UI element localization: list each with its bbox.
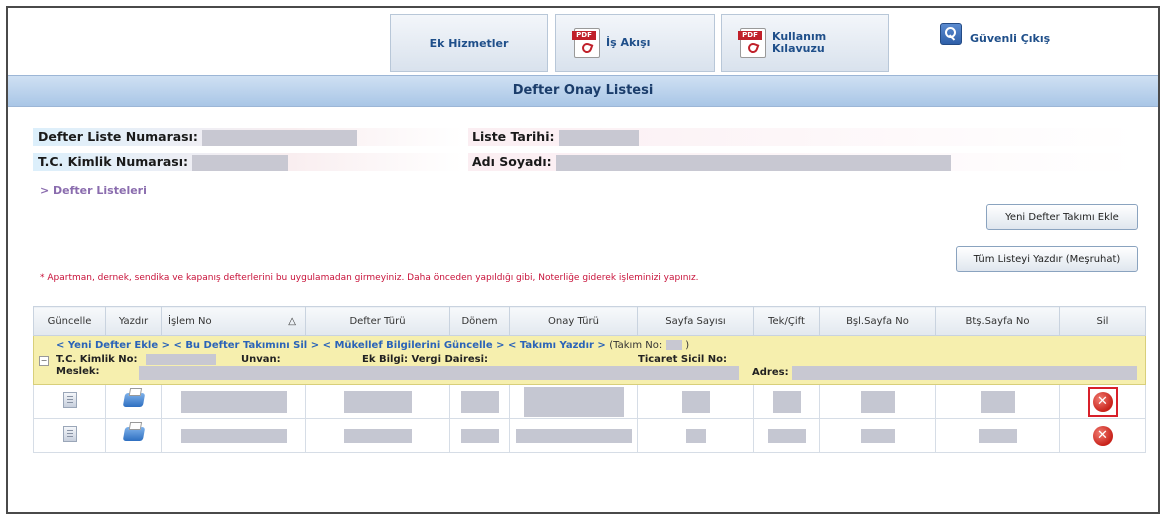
takim-sil-link[interactable]: < Bu Defter Takımını Sil >	[173, 340, 319, 351]
yeni-defter-ekle-link[interactable]: < Yeni Defter Ekle >	[56, 340, 170, 351]
redacted-value	[460, 428, 499, 443]
page-frame: Ek Hizmetler İş Akışı Kullanım Kılavuzu …	[6, 6, 1160, 514]
col-sayfa-sayisi: Sayfa Sayısı	[637, 306, 754, 336]
col-donem: Dönem	[449, 306, 510, 336]
table-row: ✕	[33, 418, 1146, 453]
col-defter-turu: Defter Türü	[305, 306, 450, 336]
redacted-value	[460, 390, 499, 413]
col-bts-sayfa-no: Btş.Sayfa No	[935, 306, 1060, 336]
redacted-value	[192, 154, 289, 171]
col-islem-no[interactable]: İşlem No △	[161, 306, 306, 336]
defter-table: Güncelle Yazdır İşlem No △ Defter Türü D…	[33, 306, 1146, 453]
redacted-value	[139, 366, 739, 380]
redacted-value	[180, 390, 287, 413]
redacted-value	[558, 129, 639, 146]
adres-label: Adres:	[752, 367, 789, 378]
takim-no-label: (Takım No:	[609, 340, 663, 351]
meslek-label: Meslek:	[56, 366, 100, 377]
tc-kimlik-no-label: T.C. Kimlik No:	[56, 354, 138, 365]
printer-icon[interactable]	[122, 427, 145, 441]
redacted-value	[860, 428, 895, 443]
redacted-value	[556, 154, 952, 171]
redacted-value	[515, 428, 632, 443]
printer-icon[interactable]	[122, 393, 145, 407]
redacted-value	[772, 390, 801, 413]
tc-kimlik-label: T.C. Kimlik Numarası:	[38, 154, 189, 169]
ek-hizmetler-label: Ek Hizmetler	[429, 36, 509, 50]
redacted-value	[343, 428, 412, 443]
sort-arrow-icon[interactable]: △	[288, 316, 296, 327]
unvan-label: Unvan:	[241, 354, 281, 365]
redacted-value	[685, 428, 706, 443]
redacted-value	[343, 390, 412, 413]
redacted-value	[202, 129, 358, 146]
edit-icon[interactable]	[62, 392, 77, 408]
redacted-value	[180, 428, 287, 443]
guvenli-cikis-link[interactable]: Güvenli Çıkış	[940, 22, 1050, 45]
col-sil: Sil	[1059, 306, 1146, 336]
is-akisi-label: İş Akışı	[606, 36, 651, 49]
pdf-icon	[572, 28, 600, 58]
table-row: ✕	[33, 384, 1146, 419]
guvenli-cikis-label: Güvenli Çıkış	[970, 32, 1051, 45]
redacted-value	[146, 354, 216, 365]
key-icon	[940, 22, 962, 45]
ek-bilgi-label: Ek Bilgi: Vergi Dairesi:	[362, 354, 489, 365]
kullanim-kilavuzu-button[interactable]: Kullanım Kılavuzu	[721, 14, 889, 72]
warning-text: * Apartman, dernek, sendika ve kapanış d…	[40, 273, 699, 283]
redacted-value	[860, 390, 895, 413]
collapse-icon[interactable]: −	[39, 356, 49, 366]
group-row: − < Yeni Defter Ekle > < Bu Defter Takım…	[33, 335, 1146, 385]
redacted-value	[978, 428, 1017, 443]
redacted-value	[767, 428, 806, 443]
col-bsl-sayfa-no: Bşl.Sayfa No	[819, 306, 936, 336]
adi-soyadi-label: Adı Soyadı:	[472, 154, 552, 169]
is-akisi-button[interactable]: İş Akışı	[555, 14, 715, 72]
col-yazdir: Yazdır	[105, 306, 162, 336]
takim-yazdir-link[interactable]: < Takımı Yazdır >	[508, 340, 606, 351]
defter-liste-no-label: Defter Liste Numarası:	[38, 129, 198, 144]
kullanim-line2: Kılavuzu	[772, 42, 825, 55]
redacted-value	[665, 340, 682, 350]
tum-listeyi-yazdir-button[interactable]: Tüm Listeyi Yazdır (Meşruhat)	[956, 246, 1138, 272]
yeni-defter-takimi-button[interactable]: Yeni Defter Takımı Ekle	[986, 204, 1138, 230]
redacted-value	[980, 390, 1015, 413]
edit-icon[interactable]	[62, 426, 77, 442]
kullanim-kilavuzu-label: Kullanım Kılavuzu	[772, 31, 826, 55]
col-islem-no-label: İşlem No	[168, 315, 212, 327]
pdf-icon	[738, 28, 766, 58]
delete-icon[interactable]: ✕	[1092, 425, 1113, 446]
takim-no-close: )	[685, 340, 690, 351]
mukellef-guncelle-link[interactable]: < Mükellef Bilgilerini Güncelle >	[323, 340, 505, 351]
col-guncelle: Güncelle	[33, 306, 106, 336]
col-onay-turu: Onay Türü	[509, 306, 638, 336]
col-tek-cift: Tek/Çift	[753, 306, 820, 336]
page-title: Defter Onay Listesi	[8, 75, 1158, 107]
delete-icon[interactable]: ✕	[1092, 391, 1113, 412]
redacted-value	[681, 390, 710, 413]
defter-listeleri-link[interactable]: > Defter Listeleri	[40, 184, 147, 197]
ticaret-sicil-label: Ticaret Sicil No:	[638, 354, 728, 365]
redacted-value	[792, 366, 1137, 380]
liste-tarihi-label: Liste Tarihi:	[472, 129, 555, 144]
redacted-value	[523, 386, 624, 417]
top-navigation: Ek Hizmetler İş Akışı Kullanım Kılavuzu …	[8, 12, 1158, 76]
ek-hizmetler-button[interactable]: Ek Hizmetler	[390, 14, 548, 72]
group-links: < Yeni Defter Ekle > < Bu Defter Takımın…	[56, 340, 689, 351]
delete-highlight: ✕	[1087, 386, 1118, 417]
table-header-row: Güncelle Yazdır İşlem No △ Defter Türü D…	[33, 306, 1146, 336]
